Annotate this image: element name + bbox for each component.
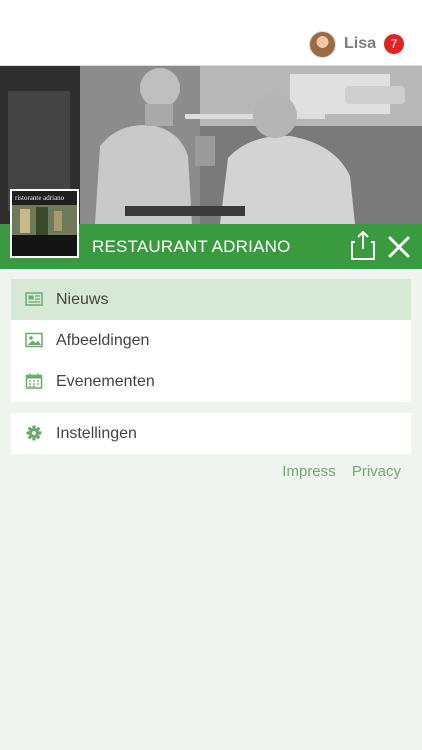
user-profile[interactable]: Lisa 7 bbox=[308, 30, 404, 58]
share-icon[interactable] bbox=[351, 230, 375, 260]
notification-badge[interactable]: 7 bbox=[384, 34, 404, 54]
footer-links: Impress Privacy bbox=[270, 463, 401, 480]
menu-label-afbeeldingen: Afbeeldingen bbox=[56, 331, 150, 349]
menu-item-nieuws[interactable]: Nieuws bbox=[11, 279, 411, 320]
avatar[interactable] bbox=[308, 30, 336, 58]
close-icon[interactable] bbox=[388, 236, 410, 258]
menu-label-nieuws: Nieuws bbox=[56, 290, 109, 308]
gear-icon bbox=[26, 425, 42, 441]
menu-item-afbeeldingen[interactable]: Afbeeldingen bbox=[11, 320, 411, 361]
main-menu: Nieuws Afbeeldingen Evenementen bbox=[11, 279, 411, 402]
image-icon bbox=[25, 332, 43, 348]
settings-menu: Instellingen bbox=[11, 413, 411, 454]
impress-link[interactable]: Impress bbox=[282, 463, 335, 480]
restaurant-name: RESTAURANT ADRIANO bbox=[92, 237, 291, 256]
newspaper-icon bbox=[25, 292, 43, 306]
calendar-icon bbox=[25, 373, 43, 389]
privacy-link[interactable]: Privacy bbox=[352, 463, 401, 480]
top-bar: Lisa 7 bbox=[0, 0, 422, 66]
restaurant-logo: ristorante adriano bbox=[10, 189, 79, 258]
user-name[interactable]: Lisa bbox=[344, 35, 376, 53]
menu-item-instellingen[interactable]: Instellingen bbox=[11, 413, 411, 454]
menu-label-instellingen: Instellingen bbox=[56, 424, 137, 442]
menu-item-evenementen[interactable]: Evenementen bbox=[11, 361, 411, 402]
menu-label-evenementen: Evenementen bbox=[56, 372, 155, 390]
